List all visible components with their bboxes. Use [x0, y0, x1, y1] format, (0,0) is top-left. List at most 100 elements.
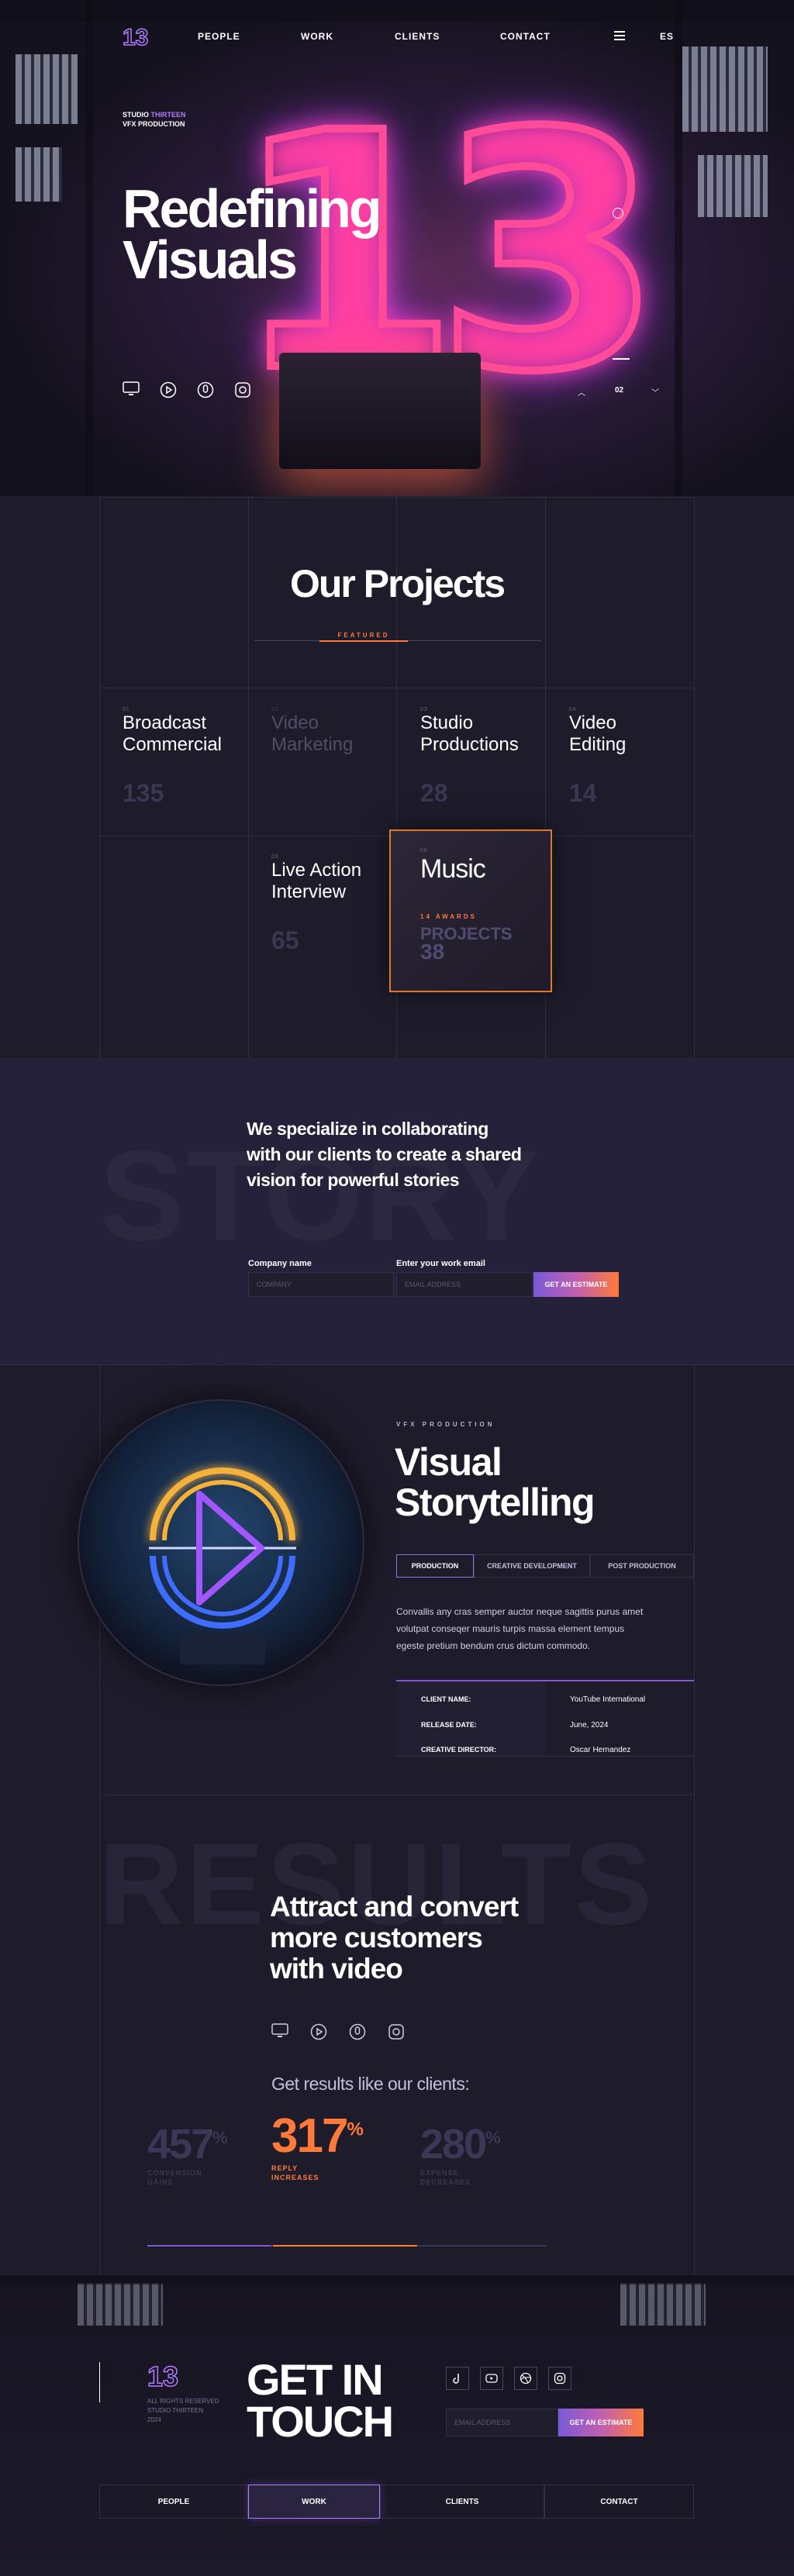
- tiktok-icon[interactable]: [446, 2367, 469, 2390]
- slide-prev-icon[interactable]: ︿: [578, 386, 585, 398]
- tab-featured-underline: [319, 640, 408, 642]
- window-left-2: [16, 147, 62, 202]
- footer-nav-clients[interactable]: CLIENTS: [380, 2485, 544, 2519]
- rights-line2: STUDIO THIRTEEN: [147, 2407, 204, 2414]
- tab-production[interactable]: PRODUCTION: [396, 1554, 474, 1578]
- studio-line1-accent: THIRTEEN: [150, 111, 186, 119]
- results-headline-line3: with video: [270, 1953, 403, 1985]
- results-icons: [271, 2023, 405, 2040]
- contact-social-icons: [446, 2367, 571, 2390]
- stat-value: 280: [420, 2121, 487, 2167]
- contact-section: 13 ALL RIGHTS RESERVED STUDIO THIRTEEN 2…: [0, 2275, 794, 2576]
- vfx-kicker: VFX PRODUCTION: [396, 1421, 495, 1428]
- hero-section: 13 13 PEOPLE WORK CLIENTS CONTACT ES STU…: [0, 0, 794, 496]
- tab-creative-development[interactable]: CREATIVE DEVELOPMENT: [474, 1554, 590, 1578]
- email-input[interactable]: EMAIL ADDRESS: [396, 1272, 533, 1297]
- slide-next-icon[interactable]: ﹀: [651, 386, 659, 398]
- footer-nav-people[interactable]: PEOPLE: [99, 2485, 248, 2519]
- project-num: 04: [569, 707, 577, 712]
- stat-unit: %: [212, 2128, 228, 2147]
- nav-clients[interactable]: CLIENTS: [395, 31, 440, 42]
- stat-value: 457: [147, 2121, 214, 2167]
- contact-beam: [0, 2275, 794, 2285]
- project-broadcast[interactable]: 01 Broadcast Commercial 135: [123, 707, 247, 808]
- footer-nav-contact[interactable]: CONTACT: [544, 2485, 694, 2519]
- footer-nav: PEOPLE WORK CLIENTS CONTACT: [99, 2485, 694, 2519]
- project-num: 03: [420, 707, 428, 712]
- company-input[interactable]: COMPANY: [248, 1272, 394, 1297]
- project-count: 65: [271, 926, 299, 954]
- visual-body: Convallis any cras semper auctor neque s…: [396, 1603, 643, 1654]
- lang-switch[interactable]: ES: [660, 31, 674, 42]
- project-video-editing[interactable]: 04 Video Editing 14: [569, 707, 693, 808]
- story-headline-line1: We specialize in collaborating: [247, 1119, 488, 1139]
- awards-label: 14 AWARDS: [420, 913, 477, 920]
- project-live-action[interactable]: 05 Live Action Interview 65: [271, 854, 395, 955]
- play-icon[interactable]: [160, 381, 177, 398]
- footer-nav-work[interactable]: WORK: [248, 2485, 380, 2519]
- client-value: YouTube International: [570, 1695, 646, 1704]
- project-title-b: Marketing: [271, 734, 354, 755]
- stat-label-2: INCREASES: [271, 2174, 319, 2181]
- logo[interactable]: 13: [122, 24, 149, 51]
- contact-title-line1: GET IN: [247, 2355, 384, 2404]
- menu-icon[interactable]: [614, 31, 625, 40]
- results-headline: Attract and convert more customers with …: [270, 1891, 519, 1985]
- story-headline: We specialize in collaborating with our …: [247, 1116, 522, 1193]
- project-num: 06: [420, 848, 428, 853]
- monitor-icon[interactable]: [123, 381, 140, 398]
- nav-people[interactable]: PEOPLE: [198, 31, 240, 42]
- visual-body-line3: egeste pretium bendum crus dictum commod…: [396, 1640, 591, 1651]
- pillar-left: [85, 0, 93, 496]
- tab-featured[interactable]: FEATURED: [319, 632, 408, 639]
- contact-window-left: [78, 2283, 163, 2326]
- project-title-a: Video: [569, 712, 616, 733]
- project-music-title: Music: [420, 854, 486, 884]
- play-icon[interactable]: [310, 2023, 327, 2040]
- results-headline-line1: Attract and convert: [270, 1891, 519, 1923]
- estimate-button[interactable]: GET AN ESTIMATE: [533, 1272, 619, 1297]
- contact-logo[interactable]: 13: [147, 2360, 179, 2393]
- instagram-icon[interactable]: [548, 2367, 571, 2390]
- contact-estimate-button[interactable]: GET AN ESTIMATE: [558, 2409, 644, 2436]
- project-num: 05: [271, 854, 279, 860]
- project-title-a: Studio: [420, 712, 474, 733]
- story-headline-line2: with our clients to create a shared: [247, 1144, 522, 1164]
- project-title-a: Video: [271, 712, 319, 733]
- project-title-a: Live Action: [271, 860, 362, 881]
- contact-title: GET IN TOUCH: [247, 2355, 394, 2443]
- studio-label: STUDIO THIRTEEN VFX PRODUCTION: [123, 110, 186, 129]
- neon-play-icon: [149, 1467, 296, 1664]
- dribbble-icon[interactable]: [514, 2367, 537, 2390]
- mic-icon[interactable]: [349, 2023, 366, 2040]
- rights-line3: 2024: [147, 2416, 161, 2423]
- instagram-icon[interactable]: [388, 2023, 405, 2040]
- project-count: 135: [123, 779, 164, 807]
- visual-title: Visual Storytelling: [395, 1442, 596, 1522]
- contact-email-input[interactable]: EMAIL ADDRESS: [446, 2409, 558, 2436]
- mic-icon[interactable]: [197, 381, 214, 398]
- contact-divider: [99, 2362, 100, 2402]
- results-headline-line2: more customers: [270, 1922, 483, 1954]
- instagram-icon[interactable]: [234, 381, 251, 398]
- tab-post-production[interactable]: POST PRODUCTION: [590, 1554, 694, 1578]
- project-music-card[interactable]: 06 Music 14 AWARDS PROJECTS 38: [389, 829, 552, 992]
- monitor-icon[interactable]: [271, 2023, 288, 2040]
- window-right: [682, 47, 768, 132]
- project-video-marketing[interactable]: 02 Video Marketing: [271, 707, 395, 756]
- scroll-dot-icon[interactable]: [613, 208, 623, 219]
- nav-work[interactable]: WORK: [301, 31, 333, 42]
- stat-reply: 317% REPLY INCREASES: [271, 2109, 364, 2182]
- stat-label-1: REPLY: [271, 2164, 299, 2172]
- stat-label-1: CONVERSION: [147, 2169, 202, 2177]
- stats-track-active: [273, 2245, 417, 2247]
- project-studio-productions[interactable]: 03 Studio Productions 28: [420, 707, 544, 808]
- slide-number: 02: [615, 386, 624, 395]
- youtube-icon[interactable]: [480, 2367, 503, 2390]
- hero-social-icons: [123, 381, 251, 398]
- director-key: CREATIVE DIRECTOR:: [421, 1746, 497, 1754]
- hero-title-line2: Visuals: [123, 229, 298, 290]
- hero-title-line1: Redefining: [123, 178, 382, 239]
- nav-contact[interactable]: CONTACT: [500, 31, 551, 42]
- email-label: Enter your work email: [396, 1259, 485, 1268]
